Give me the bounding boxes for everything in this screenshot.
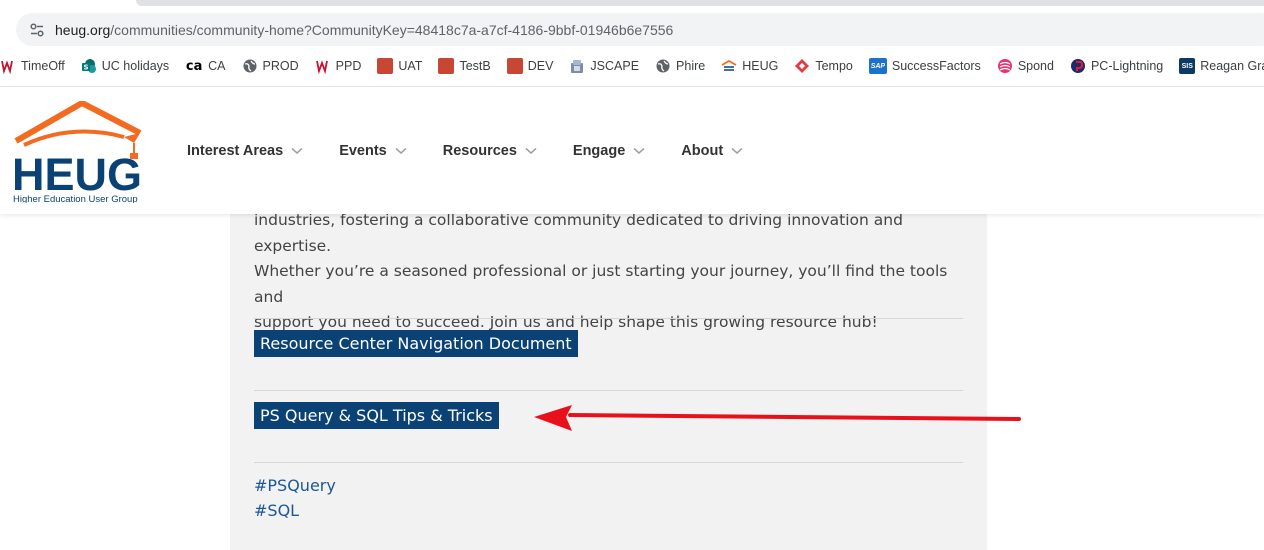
tag-psquery[interactable]: #PSQuery — [254, 476, 336, 495]
bookmark-pc-lightning[interactable]: PC-Lightning — [1070, 58, 1163, 74]
bookmark-label: UC holidays — [101, 59, 170, 73]
bookmark-ca[interactable]: ca CA — [185, 58, 226, 74]
heug-icon — [721, 58, 737, 74]
site-header: HEUG Higher Education User Group Interes… — [0, 87, 1264, 214]
divider — [254, 318, 963, 319]
bookmark-label: PROD — [262, 59, 299, 73]
sis-icon: SIS — [1179, 58, 1196, 74]
bookmark-dev[interactable]: DEV — [506, 58, 554, 74]
bookmark-testb[interactable]: TestB — [438, 58, 491, 74]
bookmark-tempo[interactable]: Tempo — [794, 58, 853, 74]
bookmarks-bar: TimeOff S UC holidays ca CA PROD PPD UAT… — [0, 52, 1264, 80]
uc-logo-icon — [315, 58, 331, 74]
ps-query-sql-tips-link[interactable]: PS Query & SQL Tips & Tricks — [254, 402, 499, 429]
bookmark-ppd[interactable]: PPD — [315, 58, 362, 74]
address-bar[interactable]: heug.org/communities/community-home?Comm… — [16, 13, 1264, 46]
bookmark-label: DEV — [527, 59, 554, 73]
url-text[interactable]: heug.org/communities/community-home?Comm… — [55, 22, 673, 38]
globe-icon — [655, 58, 671, 74]
nav-label: Resources — [442, 143, 517, 159]
nav-about[interactable]: About — [681, 143, 743, 159]
bookmark-label: TestB — [459, 59, 491, 73]
bookmark-label: HEUG — [742, 59, 779, 73]
spond-icon — [997, 58, 1013, 74]
bookmark-jscape[interactable]: JSCAPE — [569, 58, 639, 74]
chevron-down-icon — [633, 147, 645, 155]
main-nav: Interest Areas Events Resources Engage A… — [187, 143, 779, 159]
divider — [254, 462, 963, 463]
bookmark-reagan-grades[interactable]: SIS Reagan Grades — [1179, 58, 1264, 74]
intro-line: industries, fostering a collaborative co… — [254, 211, 903, 255]
bookmark-label: PC-Lightning — [1090, 59, 1164, 73]
nav-events[interactable]: Events — [339, 143, 407, 159]
logo-wordmark: HEUG — [12, 149, 142, 200]
oracle-icon — [438, 58, 455, 74]
url-host: heug.org — [55, 21, 111, 38]
bookmark-label: Tempo — [815, 59, 853, 73]
heug-logo-graphic: HEUG Higher Education User Group — [12, 100, 142, 205]
divider — [254, 390, 963, 391]
bookmark-prod[interactable]: PROD — [242, 58, 299, 74]
bookmark-label: CA — [208, 59, 226, 73]
oracle-icon — [506, 58, 523, 74]
nav-interest-areas[interactable]: Interest Areas — [187, 143, 303, 159]
heug-logo[interactable]: HEUG Higher Education User Group — [12, 100, 147, 205]
logo-tagline: Higher Education User Group — [13, 194, 138, 203]
ca-logo-icon: ca — [185, 58, 203, 74]
bookmark-label: PPD — [335, 59, 362, 73]
chevron-down-icon — [395, 147, 407, 155]
url-path: /communities/community-home?CommunityKey… — [110, 21, 674, 38]
nav-label: Events — [339, 143, 387, 159]
bookmark-label: JSCAPE — [590, 59, 640, 73]
bookmark-label: Phire — [676, 59, 706, 73]
sharepoint-icon: S — [81, 58, 97, 74]
bookmark-label: TimeOff — [21, 59, 65, 73]
intro-line: support you need to succeed. Join us and… — [254, 313, 878, 331]
uc-logo-icon — [0, 58, 16, 74]
nav-resources[interactable]: Resources — [443, 143, 537, 159]
tempo-icon — [794, 58, 810, 74]
chevron-down-icon — [525, 147, 537, 155]
tab-strip — [136, 0, 1264, 6]
nav-label: About — [681, 143, 724, 159]
nav-label: Interest Areas — [187, 143, 284, 159]
pc-lightning-icon — [1070, 58, 1086, 74]
bookmark-label: Reagan Grades — [1200, 59, 1264, 73]
oracle-icon — [377, 58, 394, 74]
site-settings-icon[interactable] — [24, 17, 50, 43]
bookmark-uc-holidays[interactable]: S UC holidays — [81, 58, 169, 74]
chevron-down-icon — [291, 147, 303, 155]
annotation-arrow-icon — [534, 405, 1021, 431]
tag-sql[interactable]: #SQL — [254, 501, 299, 520]
intro-text: industries, fostering a collaborative co… — [254, 208, 974, 336]
jscape-icon — [569, 58, 585, 74]
sap-icon: SAP — [868, 58, 887, 74]
globe-icon — [242, 58, 258, 74]
bookmark-heug[interactable]: HEUG — [721, 58, 778, 74]
browser-chrome: heug.org/communities/community-home?Comm… — [0, 0, 1264, 86]
chevron-down-icon — [731, 147, 743, 155]
bookmark-successfactors[interactable]: SAP SuccessFactors — [868, 58, 981, 74]
resource-center-navigation-link[interactable]: Resource Center Navigation Document — [254, 330, 578, 357]
bookmark-label: UAT — [398, 59, 423, 73]
bookmark-spond[interactable]: Spond — [997, 58, 1054, 74]
bookmark-label: SuccessFactors — [891, 59, 981, 73]
nav-label: Engage — [572, 143, 626, 159]
nav-engage[interactable]: Engage — [573, 143, 645, 159]
bookmark-timeoff[interactable]: TimeOff — [0, 58, 65, 74]
bookmark-uat[interactable]: UAT — [377, 58, 422, 74]
svg-text:S: S — [83, 64, 88, 72]
bookmark-label: Spond — [1017, 59, 1054, 73]
bookmark-phire[interactable]: Phire — [655, 58, 705, 74]
intro-line: Whether you’re a seasoned professional o… — [254, 262, 948, 306]
